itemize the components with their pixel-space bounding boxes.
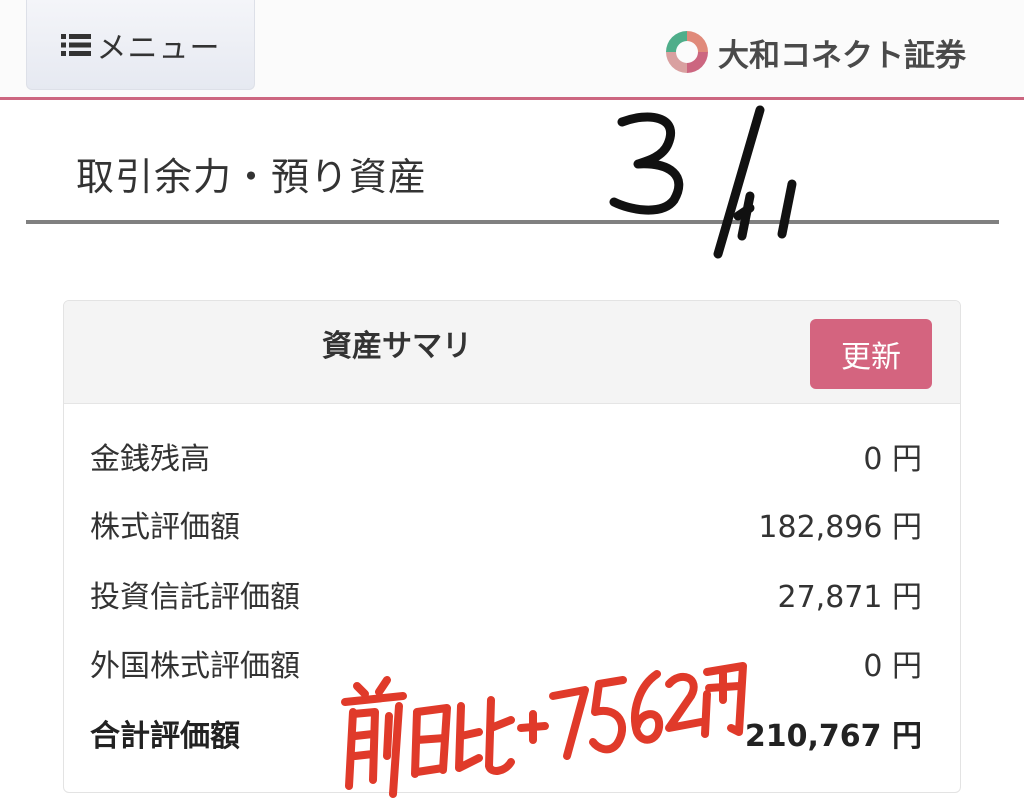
header-accent-line [0,97,1024,100]
title-divider [26,220,999,224]
page-title: 取引余力・預り資産 [76,155,428,199]
row-label: 投資信託評価額 [90,580,300,615]
row-label: 外国株式評価額 [90,649,300,684]
total-label: 合計評価額 [90,719,240,754]
menu-button[interactable]: メニュー [26,0,255,90]
refresh-button[interactable]: 更新 [810,319,932,389]
brand-logo: 大和コネクト証券 [662,24,966,80]
menu-label: メニュー [96,30,221,66]
card-header: 資産サマリ 更新 [64,301,960,404]
row-value: 0 円 [863,442,922,477]
page: メニュー 大和コネクト証券 取引余力・預り資産 資産サマリ 更新 金銭残高 0 … [0,0,1024,804]
card-title: 資産サマリ [322,329,472,364]
row-value: 0 円 [863,649,922,684]
handwritten-date [609,105,797,259]
handwritten-note [341,662,747,798]
row-value: 182,896 円 [758,510,922,545]
daiwa-connect-logo-icon [666,31,708,73]
summary-row-stocks: 株式評価額 182,896 円 [90,499,922,549]
row-label: 株式評価額 [90,510,240,545]
summary-row-funds: 投資信託評価額 27,871 円 [90,569,922,619]
total-value: 210,767 円 [744,719,922,754]
summary-row-cash: 金銭残高 0 円 [90,431,922,481]
row-label: 金銭残高 [90,442,210,477]
row-value: 27,871 円 [777,580,922,615]
brand-name: 大和コネクト証券 [718,37,966,74]
list-icon [60,33,91,56]
app-header: メニュー 大和コネクト証券 [0,0,1024,98]
